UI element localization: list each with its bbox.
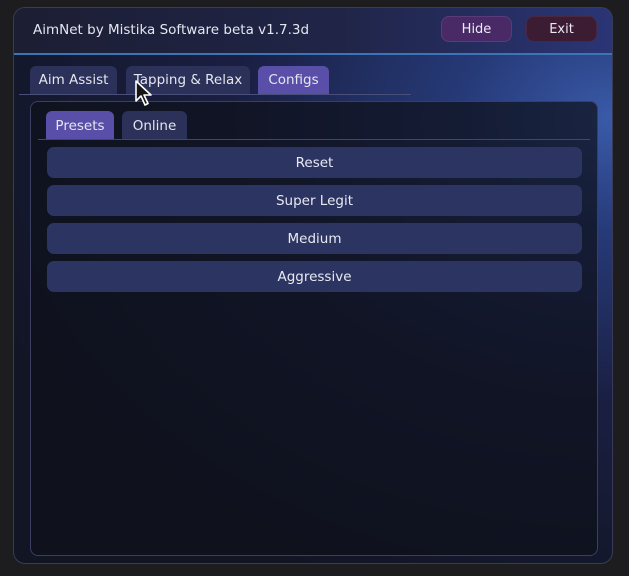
app-window: AimNet by Mistika Software beta v1.7.3d … [13, 7, 613, 564]
preset-medium-button[interactable]: Medium [47, 223, 582, 254]
tabs-divider [19, 94, 411, 95]
title-bar-divider [14, 53, 612, 55]
tab-aim-assist[interactable]: Aim Assist [30, 66, 117, 94]
mouse-pointer-icon [135, 80, 152, 106]
subtab-online[interactable]: Online [122, 111, 187, 140]
subtab-presets[interactable]: Presets [46, 111, 114, 140]
hide-button[interactable]: Hide [441, 16, 512, 42]
tab-configs[interactable]: Configs [258, 66, 329, 94]
window-title: AimNet by Mistika Software beta v1.7.3d [33, 22, 310, 38]
preset-aggressive-button[interactable]: Aggressive [47, 261, 582, 292]
preset-super-legit-button[interactable]: Super Legit [47, 185, 582, 216]
subtabs-divider [38, 139, 590, 140]
preset-reset-button[interactable]: Reset [47, 147, 582, 178]
exit-button[interactable]: Exit [526, 16, 597, 42]
